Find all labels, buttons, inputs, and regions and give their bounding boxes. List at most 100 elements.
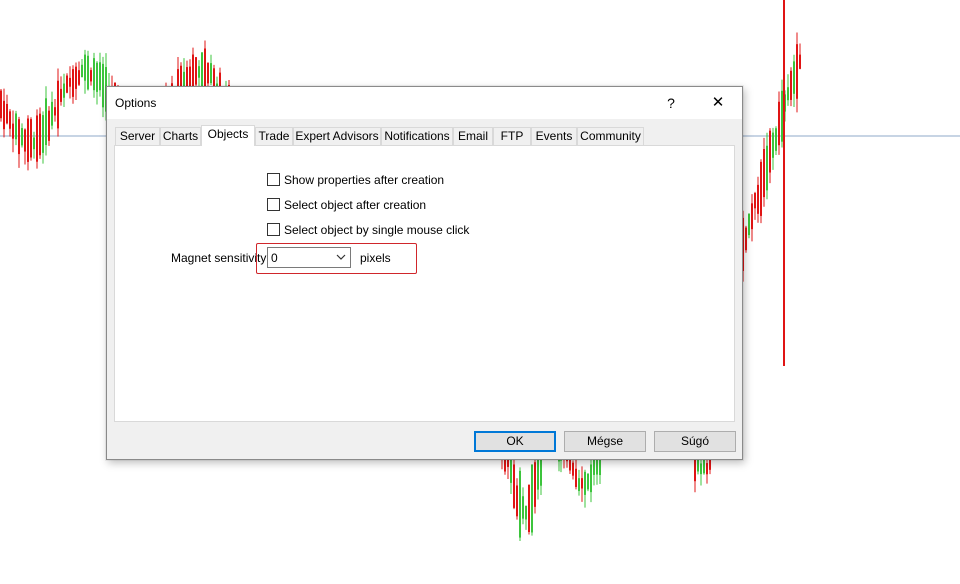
cancel-button[interactable]: Mégse — [564, 431, 646, 452]
candle-body — [745, 227, 747, 251]
candle-body — [9, 111, 11, 129]
candle-body — [748, 213, 750, 236]
candle-body — [6, 103, 8, 124]
candle-body — [210, 63, 212, 84]
tab-email[interactable]: Email — [453, 127, 493, 145]
candle-body — [60, 88, 62, 102]
candle-body — [763, 149, 765, 198]
magnet-sensitivity-value: 0 — [271, 251, 278, 265]
tab-charts[interactable]: Charts — [160, 127, 201, 145]
candle-body — [793, 61, 795, 94]
candle-body — [531, 464, 533, 533]
candle-body — [534, 462, 536, 507]
candle-body — [27, 118, 29, 162]
show-properties-label: Show properties after creation — [284, 173, 445, 187]
chevron-down-icon[interactable] — [336, 253, 346, 261]
candle-body — [519, 470, 521, 538]
candle-body — [751, 203, 753, 230]
tab-server[interactable]: Server — [115, 127, 160, 145]
candle-body — [102, 63, 104, 108]
candle-body — [57, 80, 59, 129]
magnet-sensitivity-label: Magnet sensitivity — [171, 251, 267, 265]
show-properties-checkbox[interactable] — [267, 173, 280, 186]
dialog-title: Options — [115, 96, 157, 110]
candle-body — [578, 478, 580, 492]
candle-body — [772, 132, 774, 158]
candle-body — [93, 58, 95, 91]
tab-objects[interactable]: Objects — [201, 125, 255, 146]
candle-body — [700, 463, 702, 475]
candle-body — [63, 83, 65, 98]
candle-body — [0, 90, 2, 119]
candle-body — [757, 184, 759, 214]
candle-body — [525, 505, 527, 520]
candle-body — [754, 193, 756, 209]
magnet-unit-label: pixels — [360, 251, 391, 265]
candle-body — [51, 101, 53, 126]
candle-body — [796, 44, 798, 99]
tab-trade[interactable]: Trade — [255, 127, 293, 145]
help-button[interactable]: Súgó — [654, 431, 736, 452]
candle-body — [33, 137, 35, 150]
candle-body — [584, 471, 586, 495]
options-dialog: Options ? ✕ Server Charts Objects Trade … — [106, 86, 743, 460]
candle-body — [15, 113, 17, 140]
candle-body — [72, 69, 74, 97]
candle-body — [81, 64, 83, 78]
help-question-icon[interactable]: ? — [655, 89, 687, 117]
select-after-creation-label: Select object after creation — [284, 198, 427, 212]
tab-events[interactable]: Events — [531, 127, 577, 145]
candle-body — [12, 123, 14, 139]
candle-body — [572, 462, 574, 476]
ok-button[interactable]: OK — [474, 431, 556, 452]
tab-notifications[interactable]: Notifications — [381, 127, 453, 145]
candle-body — [66, 75, 68, 93]
candle-body — [45, 98, 47, 146]
candle-body — [204, 48, 206, 91]
candle-body — [48, 110, 50, 141]
candle-body — [189, 66, 191, 87]
candle-body — [90, 70, 92, 82]
candle-body — [590, 464, 592, 493]
magnet-sensitivity-dropdown[interactable]: 0 — [267, 247, 351, 268]
candle-body — [96, 62, 98, 92]
select-single-click-label: Select object by single mouse click — [284, 223, 470, 237]
candle-body — [30, 119, 32, 158]
tab-ftp[interactable]: FTP — [493, 127, 531, 145]
candle-body — [775, 128, 777, 151]
candle-body — [587, 473, 589, 490]
candle-body — [198, 66, 200, 78]
candle-body — [207, 63, 209, 84]
candle-body — [21, 128, 23, 146]
objects-tab-panel: Show properties after creation Select ob… — [114, 145, 735, 422]
select-single-click-checkbox[interactable] — [267, 223, 280, 236]
candle-body — [760, 161, 762, 216]
candle-body — [54, 107, 56, 116]
candle-body — [781, 90, 783, 142]
candle-body — [78, 70, 80, 85]
candle-body — [706, 463, 708, 475]
candle-body — [790, 70, 792, 100]
candle-body — [42, 115, 44, 153]
dialog-titlebar[interactable]: Options ? ✕ — [107, 87, 742, 119]
candle-body — [799, 54, 801, 69]
candle-body — [3, 100, 5, 130]
select-after-creation-checkbox[interactable] — [267, 198, 280, 211]
tab-community[interactable]: Community — [577, 127, 644, 145]
candle-body — [575, 468, 577, 487]
candle-body — [766, 145, 768, 191]
close-icon[interactable]: ✕ — [701, 89, 735, 117]
candle-body — [528, 484, 530, 532]
candle-body — [769, 130, 771, 173]
candle-body — [18, 119, 20, 155]
candle-body — [581, 478, 583, 489]
candle-body — [787, 87, 789, 101]
candle-body — [192, 54, 194, 86]
candle-body — [24, 129, 26, 152]
candle-body — [778, 101, 780, 146]
candle-body — [84, 54, 86, 81]
candle-body — [99, 62, 101, 91]
candle-body — [75, 66, 77, 89]
tab-expert-advisors[interactable]: Expert Advisors — [293, 127, 381, 145]
candle-body — [516, 485, 518, 517]
